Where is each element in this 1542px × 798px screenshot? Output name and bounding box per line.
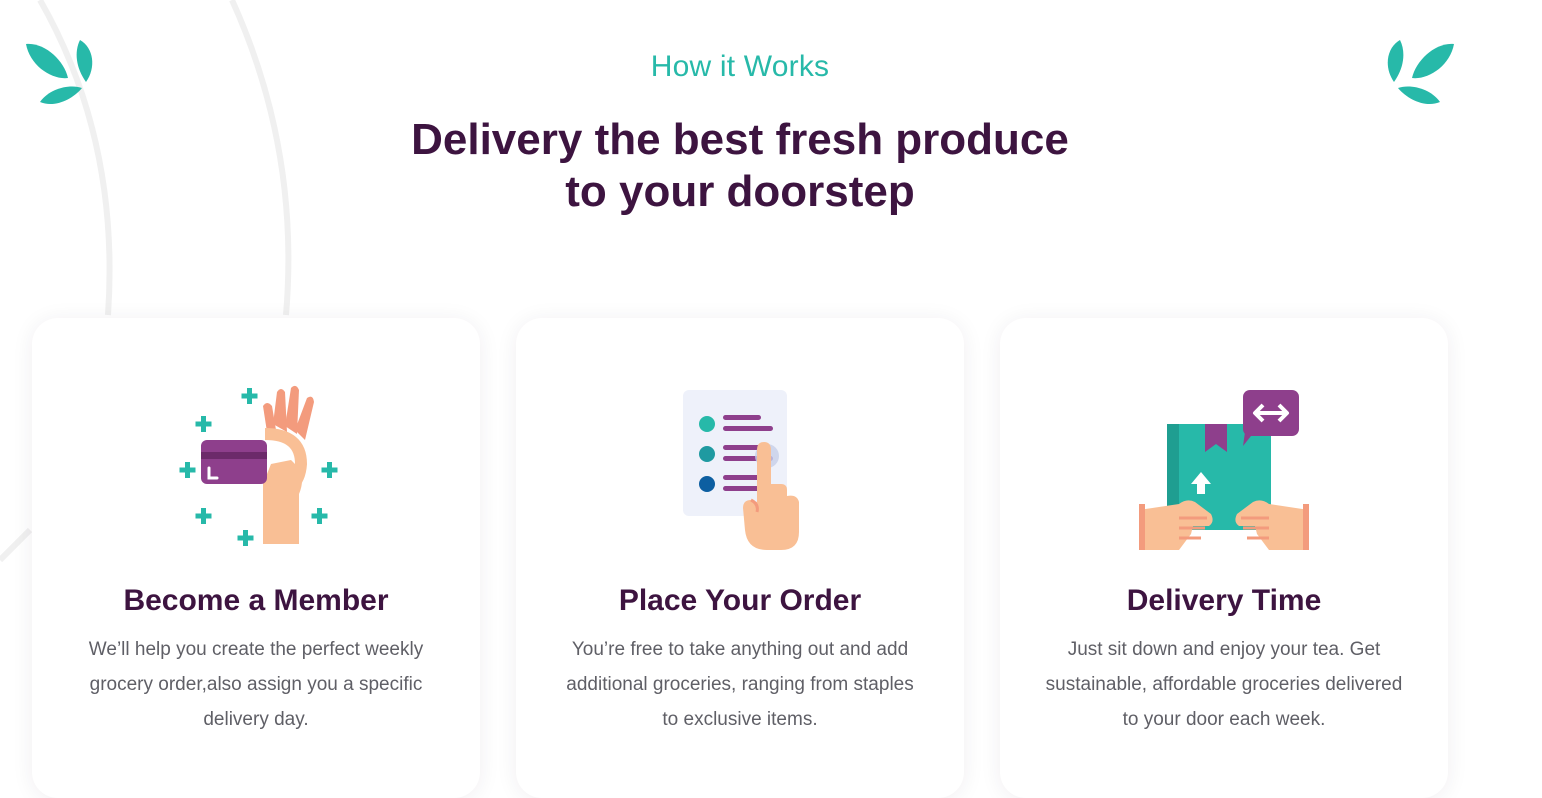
card-title: Place Your Order [618,584,862,617]
step-card-place-order: Place Your Order You’re free to take any… [516,318,964,798]
headline-line-2: to your doorstep [565,167,915,216]
card-in-hand-icon [179,385,338,546]
card-title: Become a Member [123,584,389,617]
card-description: You’re free to take anything out and add… [566,639,914,730]
card-description: We’ll help you create the perfect weekly… [88,639,424,730]
section-headline: Delivery the best fresh produce to your … [340,114,1140,218]
step-card-delivery-time: Delivery Time Just sit down and enjoy yo… [1000,318,1448,798]
box-delivery-icon [1139,390,1309,550]
checklist-tap-icon [683,390,799,550]
card-description: Just sit down and enjoy your tea. Get su… [1045,639,1403,730]
steps-cards: Become a Member We’ll help you create th… [32,318,1448,798]
card-title: Delivery Time [1126,584,1322,617]
step-card-become-member: Become a Member We’ll help you create th… [32,318,480,798]
headline-line-1: Delivery the best fresh produce [411,115,1069,164]
section-eyebrow: How it Works [650,50,830,83]
